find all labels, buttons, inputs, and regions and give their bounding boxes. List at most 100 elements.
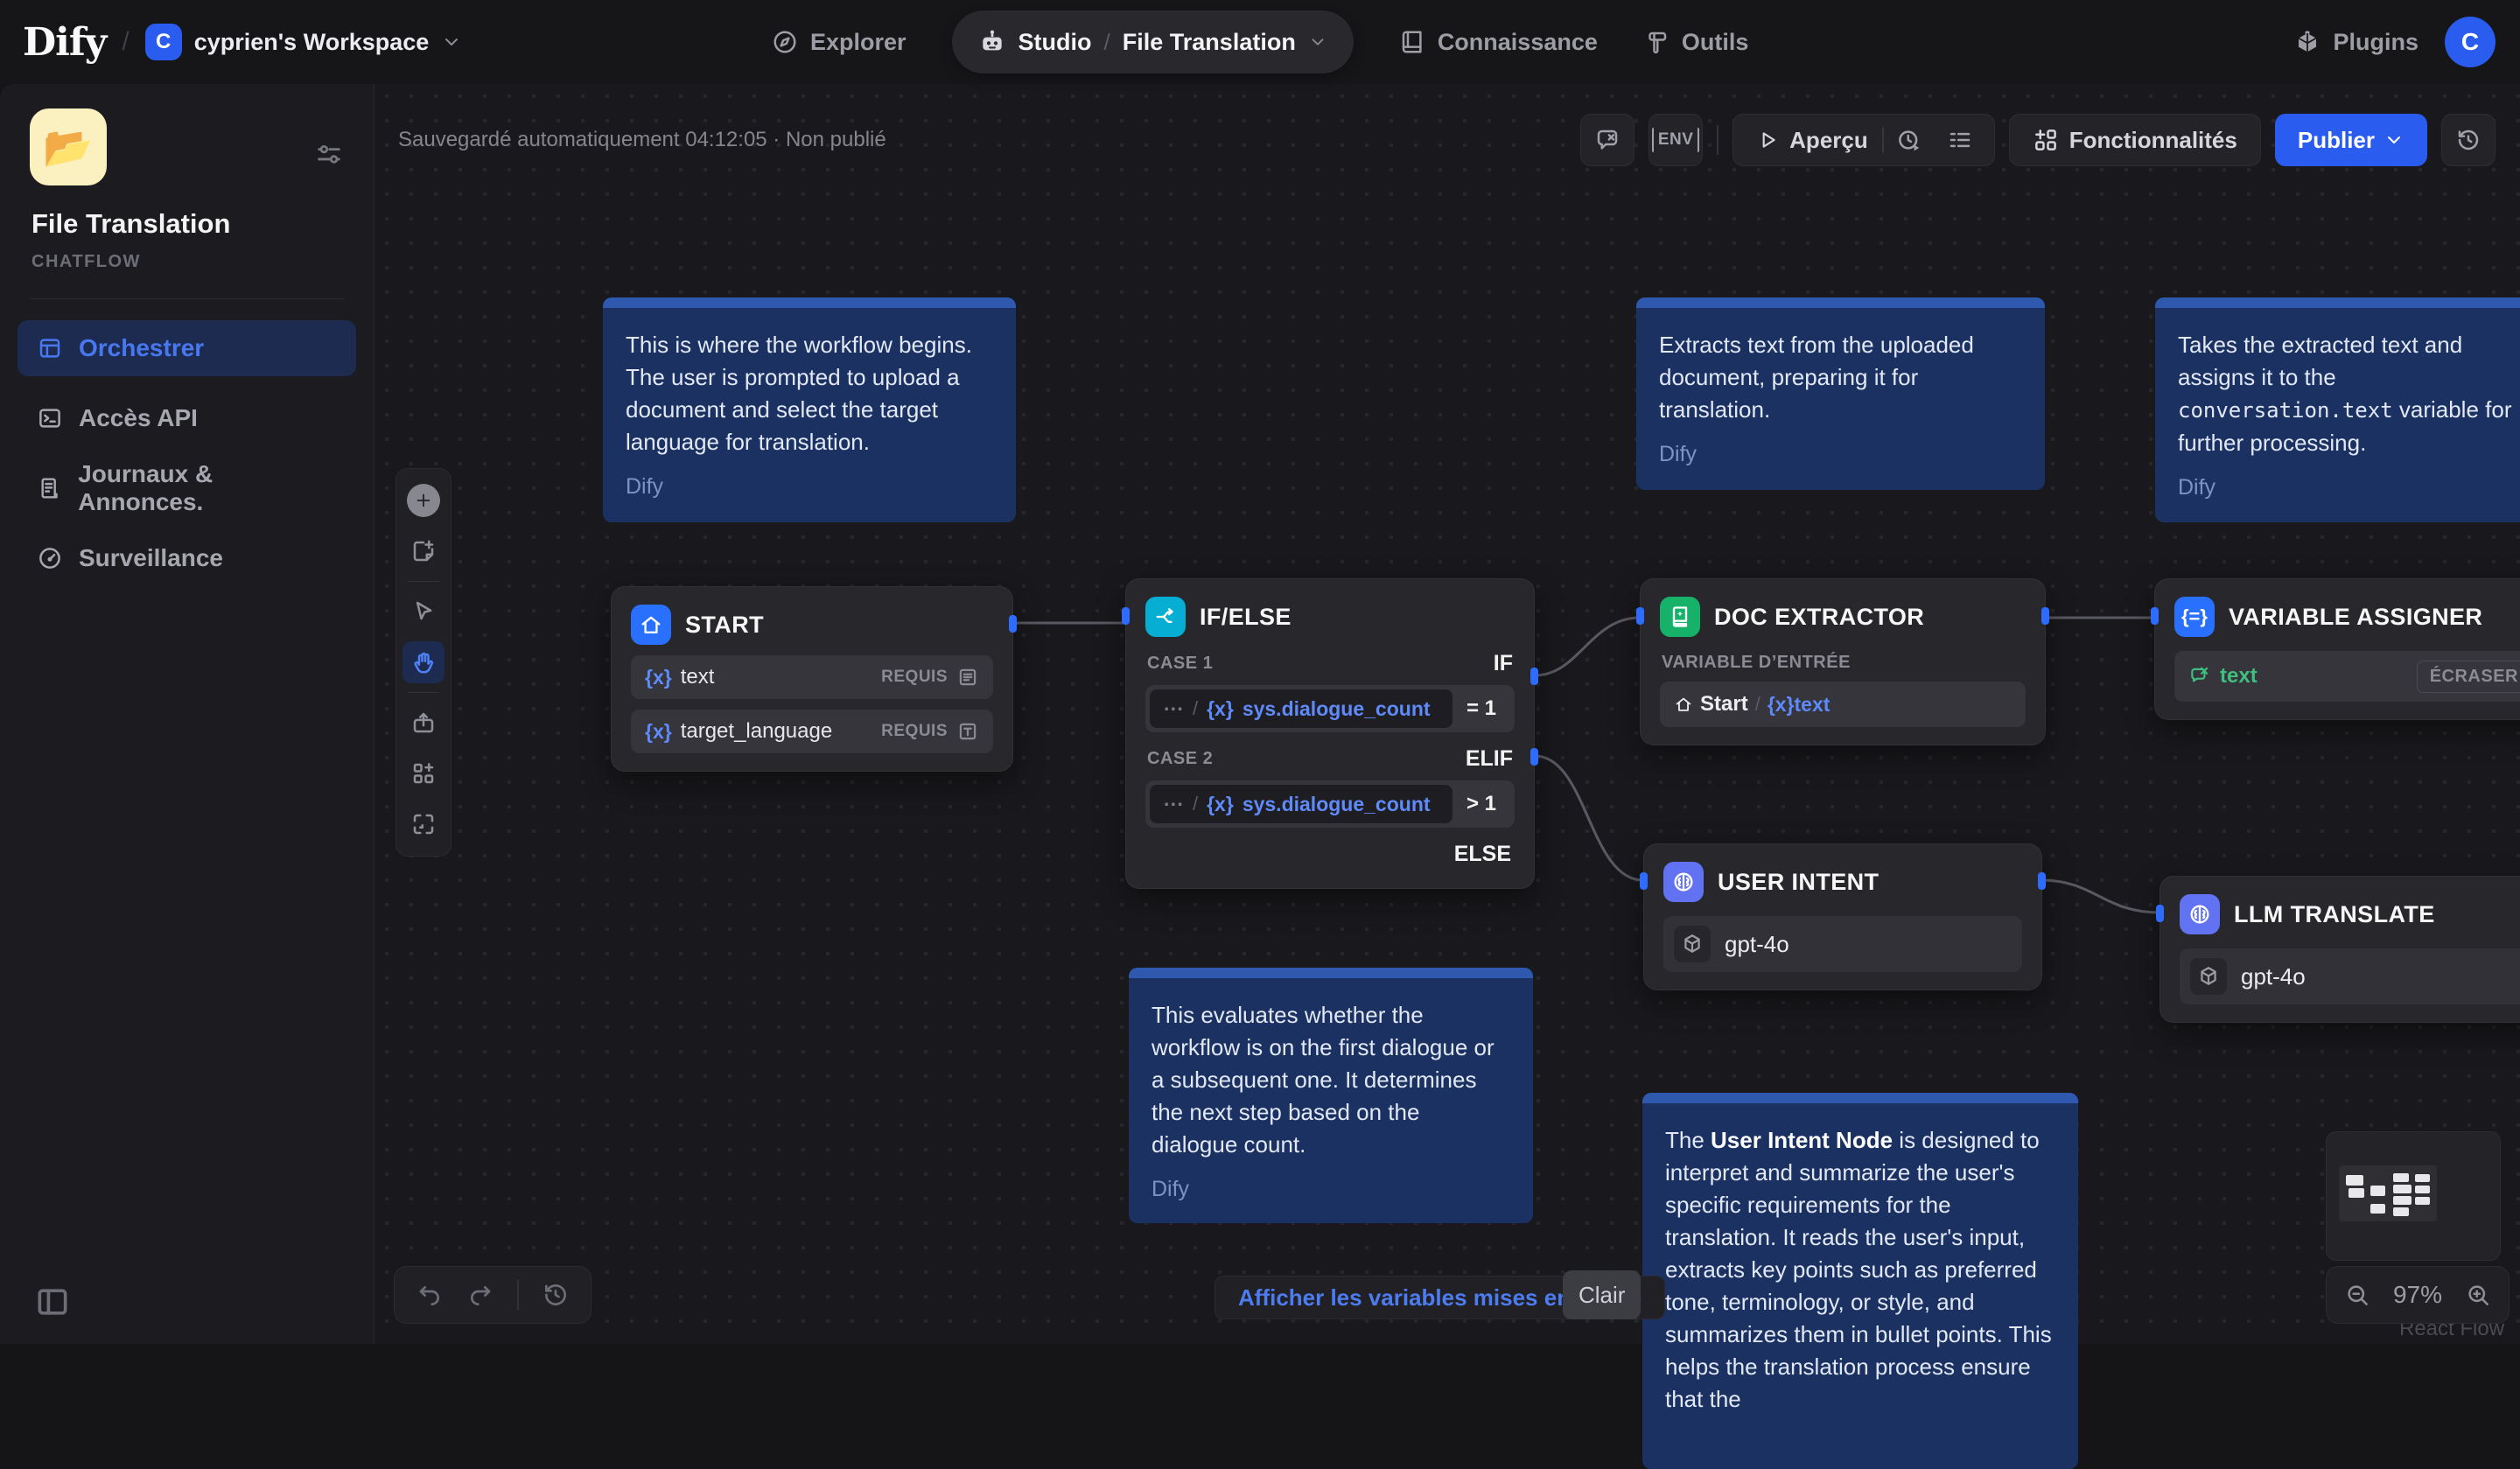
ifelse-input-handle[interactable]: [1122, 607, 1130, 625]
write-mode-badge: ÉCRASER: [2417, 661, 2520, 693]
features-button[interactable]: Fonctionnalités: [2019, 127, 2251, 154]
llm-translate-model-row[interactable]: gpt-4o: [2180, 948, 2520, 1004]
breadcrumb-app-name[interactable]: File Translation: [1123, 29, 1296, 56]
note-variable-assign[interactable]: Takes the extracted text and assigns it …: [2155, 297, 2520, 522]
pointer-tool-button[interactable]: [402, 591, 444, 633]
node-ifelse[interactable]: IF/ELSE CASE 1 IF ··· / {x} sys.dialogue…: [1125, 578, 1535, 889]
assigner-input-handle[interactable]: [2151, 607, 2159, 625]
organize-nodes-button[interactable]: [402, 752, 444, 794]
sidebar-collapse-icon[interactable]: [33, 1283, 72, 1321]
hand-icon: [410, 649, 437, 675]
node-llm-translate[interactable]: LLM TRANSLATE gpt-4o: [2160, 876, 2520, 1023]
breadcrumb-slash: /: [122, 27, 129, 57]
chat-x-icon: [1594, 127, 1620, 153]
user-avatar[interactable]: C: [2445, 17, 2496, 67]
preview-group: Aperçu: [1732, 114, 1995, 166]
nav-plugins[interactable]: Plugins: [2294, 29, 2418, 56]
nav-explorer[interactable]: Explorer: [772, 29, 906, 56]
toolbar-divider: [1717, 125, 1718, 155]
terminal-icon: [37, 405, 63, 431]
nav-studio-pill[interactable]: Studio / File Translation: [952, 10, 1354, 73]
add-node-button[interactable]: [402, 479, 444, 521]
nav-tools[interactable]: Outils: [1643, 29, 1749, 56]
sidebar-divider: [30, 298, 344, 299]
node-start[interactable]: START {x} text REQUIS {x} target_languag…: [611, 586, 1013, 772]
journal-icon: [37, 475, 62, 501]
zoom-level[interactable]: 97%: [2393, 1281, 2442, 1309]
hammer-icon: [1643, 29, 1670, 55]
home-icon: [631, 605, 671, 645]
clear-button[interactable]: Clair: [1563, 1270, 1641, 1319]
checklist-button[interactable]: [1935, 127, 1985, 153]
variable-icon: {x}: [645, 720, 672, 744]
history-icon: [2455, 127, 2482, 153]
note-user-intent[interactable]: The User Intent Node is designed to inte…: [1642, 1093, 2078, 1469]
app-settings-icon[interactable]: [314, 140, 344, 170]
app-icon: 📂: [30, 108, 107, 185]
add-note-button[interactable]: [402, 530, 444, 572]
note-workflow-begin[interactable]: This is where the workflow begins. The u…: [603, 297, 1016, 522]
chevron-down-icon: [1308, 32, 1327, 52]
note-dialogue-eval[interactable]: This evaluates whether the workflow is o…: [1129, 968, 1533, 1223]
user-intent-model-row[interactable]: gpt-4o: [1663, 916, 2022, 972]
env-variables-button[interactable]: ENV: [1648, 114, 1703, 166]
doc-extractor-input-variable[interactable]: Start / {x}text: [1660, 682, 2026, 727]
export-dsl-button[interactable]: [402, 702, 444, 744]
version-history-button[interactable]: [2441, 114, 2496, 166]
variable-icon: {x}: [1207, 793, 1234, 816]
note-extract-text[interactable]: Extracts text from the uploaded document…: [1636, 297, 2045, 490]
llm-translate-input-handle[interactable]: [2156, 905, 2164, 922]
grid-plus-icon: [2033, 127, 2059, 153]
app-sidebar: 📂 File Translation CHATFLOW Orchestrer A…: [0, 84, 374, 1344]
app-type-label: CHATFLOW: [0, 252, 374, 272]
run-history-button[interactable]: [1884, 127, 1935, 153]
condition-1[interactable]: ··· / {x} sys.dialogue_count = 1: [1145, 685, 1515, 732]
workspace-selector[interactable]: C cyprien's Workspace: [145, 24, 463, 60]
squares-plus-icon: [410, 760, 437, 787]
doc-extractor-icon: [1660, 597, 1700, 637]
env-icon: ENV: [1652, 128, 1700, 152]
zoom-controls: 97%: [2326, 1266, 2510, 1324]
condition-2[interactable]: ··· / {x} sys.dialogue_count > 1: [1145, 780, 1515, 828]
start-output-handle[interactable]: [1009, 615, 1017, 633]
fit-view-button[interactable]: [402, 803, 444, 845]
nav-studio[interactable]: Studio: [1018, 29, 1092, 56]
user-intent-input-handle[interactable]: [1640, 872, 1648, 890]
minimap[interactable]: [2326, 1131, 2501, 1261]
chevron-down-icon: [441, 31, 462, 52]
user-intent-output-handle[interactable]: [2038, 872, 2046, 890]
start-field-target-language[interactable]: {x} target_language REQUIS: [631, 710, 993, 753]
node-doc-extractor[interactable]: DOC EXTRACTOR VARIABLE D’ENTRÉE Start / …: [1640, 578, 2046, 745]
split-branch-icon: [1145, 597, 1186, 637]
sidebar-item-orchestrate[interactable]: Orchestrer: [18, 320, 356, 376]
preview-button[interactable]: Aperçu: [1742, 127, 1882, 154]
nav-knowledge[interactable]: Connaissance: [1399, 29, 1598, 56]
zoom-in-button[interactable]: [2465, 1282, 2491, 1308]
start-field-text[interactable]: {x} text REQUIS: [631, 655, 993, 699]
node-variable-assigner[interactable]: {=} VARIABLE ASSIGNER text ÉCRASER: [2154, 578, 2520, 720]
chat-variable-button[interactable]: [1580, 114, 1634, 166]
change-history-button[interactable]: [542, 1281, 570, 1309]
ifelse-elif-handle[interactable]: [1530, 748, 1538, 766]
undo-button[interactable]: [416, 1281, 444, 1309]
publish-button[interactable]: Publier: [2275, 114, 2427, 166]
doc-extractor-output-handle[interactable]: [2041, 607, 2049, 625]
redo-button[interactable]: [466, 1281, 494, 1309]
hand-tool-button[interactable]: [402, 641, 444, 683]
assigner-variable-row[interactable]: text ÉCRASER: [2174, 651, 2520, 702]
box-arrow-icon: [410, 710, 437, 736]
node-user-intent[interactable]: USER INTENT gpt-4o: [1643, 843, 2042, 990]
zoom-out-button[interactable]: [2344, 1282, 2370, 1308]
ifelse-if-handle[interactable]: [1530, 668, 1538, 685]
sidebar-item-logs[interactable]: Journaux & Annonces.: [18, 460, 356, 516]
variable-icon: {x}: [1207, 697, 1234, 721]
paragraph-field-icon: [956, 666, 979, 689]
plus-circle-icon: [407, 484, 440, 517]
text-field-icon: [956, 720, 979, 743]
compass-icon: [772, 29, 798, 55]
canvas-toolbar: [396, 468, 452, 857]
doc-extractor-input-handle[interactable]: [1636, 607, 1644, 625]
sidebar-item-monitoring[interactable]: Surveillance: [18, 530, 356, 586]
sidebar-item-api-access[interactable]: Accès API: [18, 390, 356, 446]
top-bar: Dify / C cyprien's Workspace Explorer St…: [0, 0, 2520, 84]
